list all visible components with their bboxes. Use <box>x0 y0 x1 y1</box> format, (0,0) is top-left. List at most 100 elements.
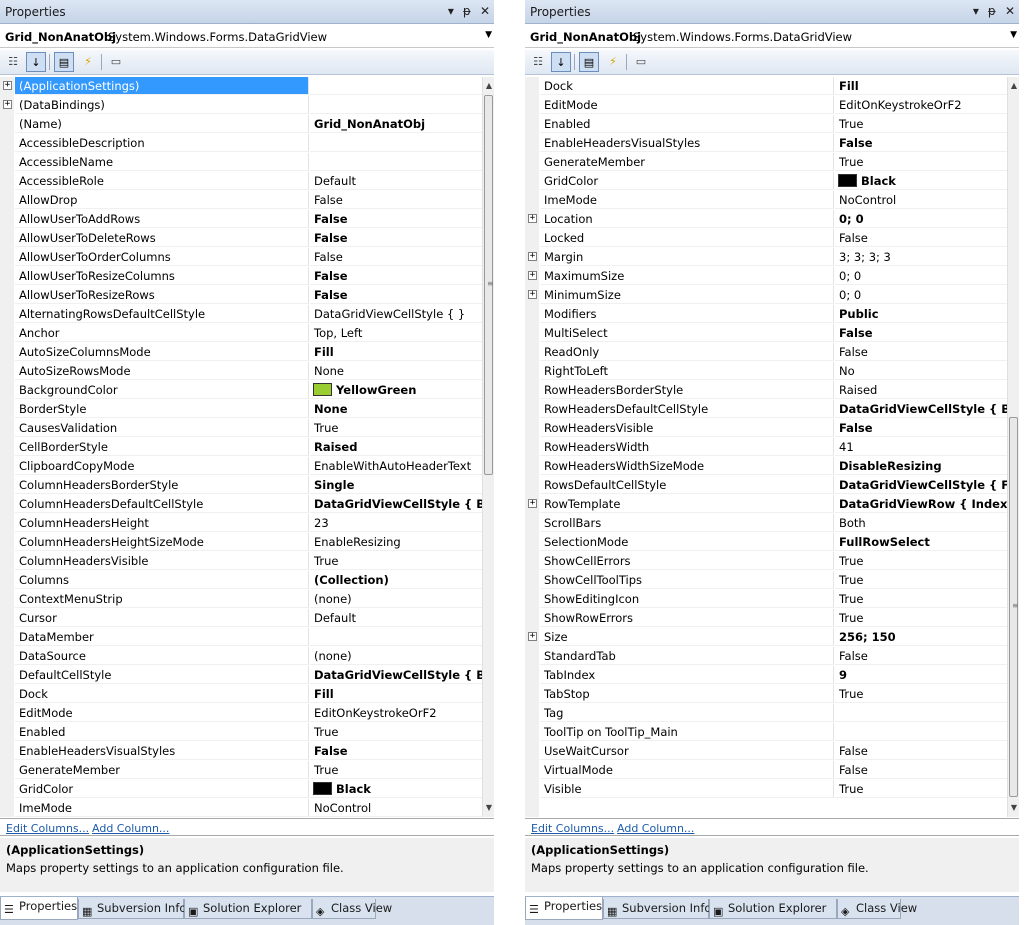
property-name[interactable]: (DataBindings) <box>15 96 309 114</box>
property-value[interactable]: Black <box>310 780 482 798</box>
auto-hide-pin-icon[interactable]: ᵽ <box>463 4 471 18</box>
property-name[interactable]: BorderStyle <box>15 400 309 418</box>
property-row[interactable]: AlternatingRowsDefaultCellStyle DataGridV… <box>0 305 482 324</box>
property-value[interactable]: True <box>310 761 482 779</box>
property-name[interactable]: CausesValidation <box>15 419 309 437</box>
property-row[interactable]: ColumnHeadersDefaultCellStyle DataGridVie… <box>0 495 482 514</box>
add-column-link[interactable]: Add Column... <box>617 822 694 835</box>
property-row[interactable]: +RowTemplate DataGridViewRow { Index=-1 <box>525 495 1007 514</box>
property-name[interactable]: MaximumSize <box>540 267 834 285</box>
property-row[interactable]: RowHeadersWidthSizeMode DisableResizing <box>525 457 1007 476</box>
property-value[interactable] <box>835 723 1007 741</box>
object-selector-dropdown[interactable]: Grid_NonAnatObj System.Windows.Forms.Data… <box>0 26 494 48</box>
property-pages-icon[interactable]: ▭ <box>106 52 126 72</box>
property-name[interactable]: BackgroundColor <box>15 381 309 399</box>
property-value[interactable]: False <box>835 134 1007 152</box>
property-grid[interactable]: + (ApplicationSettings) + (DataBindings) (Na… <box>0 77 494 817</box>
property-value[interactable]: True <box>835 115 1007 133</box>
property-name[interactable]: EditMode <box>15 704 309 722</box>
property-value[interactable]: EditOnKeystrokeOrF2 <box>835 96 1007 114</box>
property-value[interactable]: False <box>310 248 482 266</box>
expand-plus-icon[interactable]: + <box>528 214 537 223</box>
property-row[interactable]: ClipboardCopyMode EnableWithAutoHeaderTex… <box>0 457 482 476</box>
expand-plus-icon[interactable]: + <box>528 499 537 508</box>
property-row[interactable]: RowsDefaultCellStyle DataGridViewCellStyl… <box>525 476 1007 495</box>
property-value[interactable]: NoControl <box>310 799 482 817</box>
property-row[interactable]: DataSource (none) <box>0 647 482 666</box>
property-row[interactable]: EditMode EditOnKeystrokeOrF2 <box>0 704 482 723</box>
property-value[interactable]: False <box>310 267 482 285</box>
property-name[interactable]: UseWaitCursor <box>540 742 834 760</box>
property-value[interactable] <box>835 704 1007 722</box>
property-value[interactable]: None <box>310 400 482 418</box>
property-row[interactable]: ColumnHeadersHeight 23 <box>0 514 482 533</box>
property-name[interactable]: MinimumSize <box>540 286 834 304</box>
property-value[interactable]: DataGridViewCellStyle { } <box>310 305 482 323</box>
property-value[interactable]: True <box>310 552 482 570</box>
property-value[interactable]: DataGridViewCellStyle { BackC <box>310 495 482 513</box>
property-value[interactable]: 0; 0 <box>835 286 1007 304</box>
property-pages-icon[interactable]: ▭ <box>631 52 651 72</box>
property-name[interactable]: ColumnHeadersDefaultCellStyle <box>15 495 309 513</box>
property-name[interactable]: ColumnHeadersVisible <box>15 552 309 570</box>
property-row[interactable]: Visible True <box>525 780 1007 799</box>
property-value[interactable]: True <box>835 590 1007 608</box>
property-value[interactable]: EditOnKeystrokeOrF2 <box>310 704 482 722</box>
property-row[interactable]: UseWaitCursor False <box>525 742 1007 761</box>
property-value[interactable]: Fill <box>310 343 482 361</box>
property-name[interactable]: AlternatingRowsDefaultCellStyle <box>15 305 309 323</box>
chevron-down-icon[interactable]: ▼ <box>1010 30 1017 40</box>
property-row[interactable]: AccessibleName <box>0 153 482 172</box>
property-value[interactable]: Both <box>835 514 1007 532</box>
property-grid[interactable]: Dock Fill EditMode EditOnKeystrokeOrF2 Enabl… <box>525 77 1019 817</box>
properties-icon[interactable]: ▤ <box>54 52 74 72</box>
property-row[interactable]: TabIndex 9 <box>525 666 1007 685</box>
property-value[interactable]: No <box>835 362 1007 380</box>
property-name[interactable]: (Name) <box>15 115 309 133</box>
vertical-scrollbar[interactable]: ▲ ≡ ▼ <box>482 77 494 817</box>
property-value[interactable]: Black <box>835 172 1007 190</box>
property-name[interactable]: RowHeadersVisible <box>540 419 834 437</box>
alphabetical-icon[interactable]: ↓ <box>551 52 571 72</box>
property-row[interactable]: StandardTab False <box>525 647 1007 666</box>
property-name[interactable]: DataMember <box>15 628 309 646</box>
property-row[interactable]: AllowUserToAddRows False <box>0 210 482 229</box>
property-value[interactable]: 256; 150 <box>835 628 1007 646</box>
property-row[interactable]: Anchor Top, Left <box>0 324 482 343</box>
property-row[interactable]: AutoSizeColumnsMode Fill <box>0 343 482 362</box>
property-row[interactable]: Locked False <box>525 229 1007 248</box>
property-name[interactable]: ColumnHeadersHeightSizeMode <box>15 533 309 551</box>
property-value[interactable]: 0; 0 <box>835 210 1007 228</box>
property-row[interactable]: EditMode EditOnKeystrokeOrF2 <box>525 96 1007 115</box>
property-row[interactable]: + Margin 3; 3; 3; 3 <box>525 248 1007 267</box>
property-name[interactable]: EditMode <box>540 96 834 114</box>
alphabetical-icon[interactable]: ↓ <box>26 52 46 72</box>
property-name[interactable]: Cursor <box>15 609 309 627</box>
events-icon[interactable]: ⚡ <box>78 52 98 72</box>
close-icon[interactable]: ✕ <box>480 4 490 18</box>
property-name[interactable]: Visible <box>540 780 834 798</box>
property-value[interactable]: 41 <box>835 438 1007 456</box>
property-value[interactable]: False <box>835 419 1007 437</box>
property-name[interactable]: Dock <box>540 77 834 95</box>
property-name[interactable]: CellBorderStyle <box>15 438 309 456</box>
property-row[interactable]: AutoSizeRowsMode None <box>0 362 482 381</box>
property-name[interactable]: ScrollBars <box>540 514 834 532</box>
property-name[interactable]: GenerateMember <box>15 761 309 779</box>
property-name[interactable]: MultiSelect <box>540 324 834 342</box>
property-value[interactable]: False <box>310 191 482 209</box>
property-name[interactable]: Margin <box>540 248 834 266</box>
property-row[interactable]: AllowDrop False <box>0 191 482 210</box>
property-value[interactable]: Fill <box>835 77 1007 95</box>
property-value[interactable]: Top, Left <box>310 324 482 342</box>
property-value[interactable]: False <box>310 286 482 304</box>
property-name[interactable]: RowTemplate <box>540 495 834 513</box>
property-row[interactable]: RowHeadersVisible False <box>525 419 1007 438</box>
property-row[interactable]: GenerateMember True <box>525 153 1007 172</box>
property-name[interactable]: DefaultCellStyle <box>15 666 309 684</box>
property-name[interactable]: EnableHeadersVisualStyles <box>15 742 309 760</box>
property-value[interactable]: EnableWithAutoHeaderText <box>310 457 482 475</box>
property-row[interactable]: + (DataBindings) <box>0 96 482 115</box>
property-name[interactable]: Size <box>540 628 834 646</box>
property-row[interactable]: ColumnHeadersHeightSizeMode EnableResizin… <box>0 533 482 552</box>
